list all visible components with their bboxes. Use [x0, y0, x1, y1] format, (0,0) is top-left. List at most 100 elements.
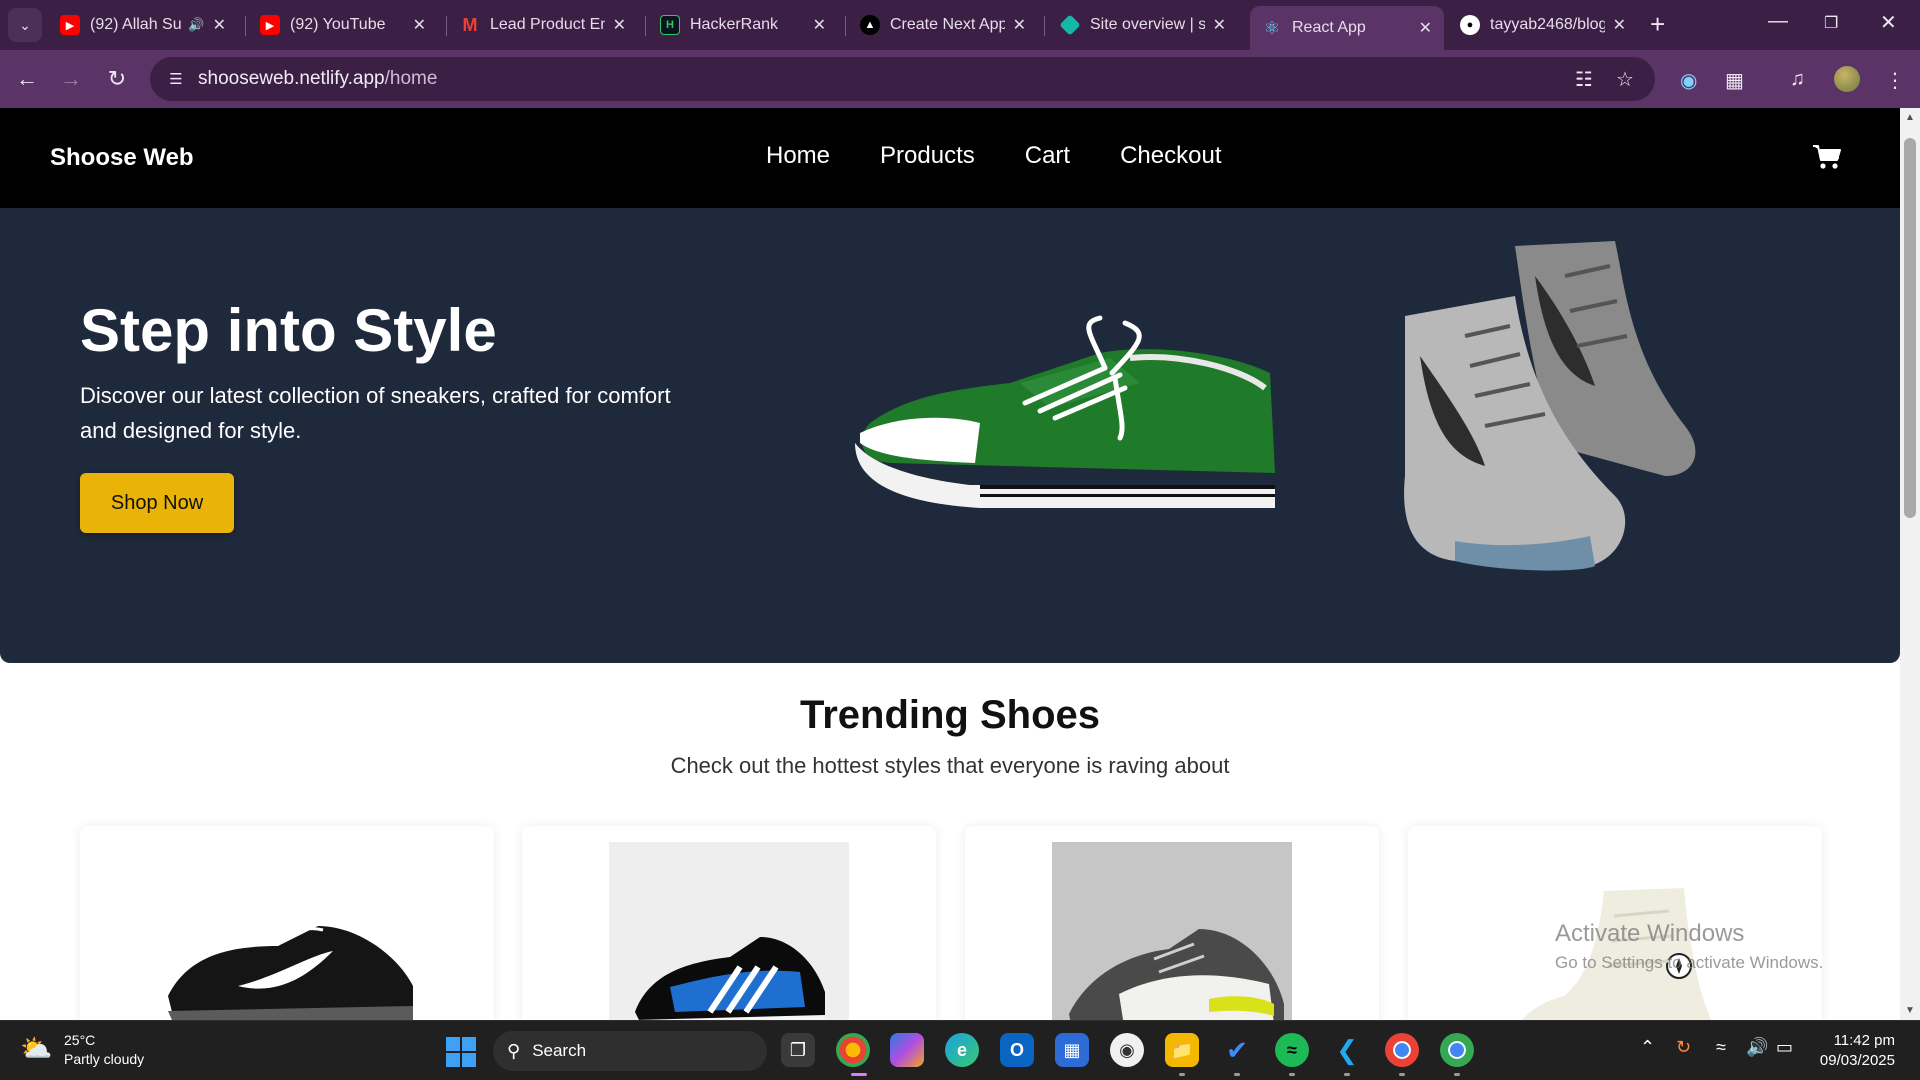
system-clock[interactable]: 11:42 pm 09/03/2025: [1805, 1031, 1895, 1071]
scrollbar-thumb[interactable]: [1904, 138, 1916, 518]
blue-sneaker-image: [635, 937, 825, 1020]
activate-windows-title: Activate Windows: [1555, 920, 1745, 947]
game-icon[interactable]: ◉: [1110, 1033, 1144, 1067]
github-icon: ●: [1460, 15, 1480, 35]
nav-link-cart[interactable]: Cart: [1025, 142, 1070, 170]
close-tab-icon[interactable]: ✕: [1013, 15, 1026, 35]
copilot-icon[interactable]: [890, 1033, 924, 1067]
site-info-icon[interactable]: ☰: [164, 67, 188, 91]
green-sneaker-image: [855, 315, 1275, 508]
search-icon: ⚲: [507, 1040, 521, 1061]
product-card[interactable]: [80, 826, 494, 1020]
vscode-icon[interactable]: ❮: [1330, 1033, 1364, 1067]
product-card[interactable]: [965, 826, 1379, 1020]
profile-avatar[interactable]: [1834, 66, 1860, 92]
grey-high-top-sneakers-image: [1404, 241, 1696, 571]
clock-time: 11:42 pm: [1833, 1032, 1895, 1049]
page-scrollbar[interactable]: ▲ ▼: [1900, 108, 1920, 1020]
scroll-up-icon[interactable]: ▲: [1905, 112, 1915, 123]
close-tab-icon[interactable]: ✕: [1419, 18, 1432, 38]
product-card[interactable]: [522, 826, 936, 1020]
hackerrank-icon: H: [660, 15, 680, 35]
task-view-icon[interactable]: ❐: [781, 1033, 815, 1067]
windows-start-icon[interactable]: [445, 1036, 477, 1068]
media-controls-icon[interactable]: ♫: [1790, 68, 1805, 91]
outlook-icon[interactable]: O: [1000, 1033, 1034, 1067]
close-tab-icon[interactable]: ✕: [413, 15, 426, 35]
weather-widget[interactable]: ⛅ 25°C Partly cloudy: [20, 1031, 144, 1069]
edge-icon[interactable]: e: [945, 1033, 979, 1067]
url-text: shooseweb.netlify.app/home: [198, 68, 438, 89]
browser-tab[interactable]: ▲ Create Next App ✕: [848, 6, 1038, 44]
hero-title: Step into Style: [80, 297, 497, 364]
close-tab-icon[interactable]: ✕: [813, 15, 826, 35]
file-explorer-icon[interactable]: 📁: [1165, 1033, 1199, 1067]
browser-menu-icon[interactable]: ⋮: [1885, 68, 1905, 93]
taskbar-search-label: Search: [532, 1041, 587, 1060]
new-tab-icon[interactable]: +: [1650, 10, 1665, 38]
nav-link-checkout[interactable]: Checkout: [1120, 142, 1221, 170]
shopping-cart-icon[interactable]: [1812, 142, 1842, 172]
browser-tab[interactable]: ▶ (92) YouTube ✕: [248, 6, 438, 44]
tab-search-icon[interactable]: ⌄: [8, 8, 42, 42]
bookmark-star-icon[interactable]: ☆: [1616, 67, 1634, 92]
open-app-indicator: [1454, 1073, 1460, 1076]
windows-taskbar: ⛅ 25°C Partly cloudy ⚲ Search ❐ e O ▦ ◉ …: [0, 1020, 1920, 1080]
extensions-puzzle-icon[interactable]: ▦: [1725, 68, 1744, 93]
browser-tab-strip: ⌄ ▶ (92) Allah Su 🔊 ✕ ▶ (92) YouTube ✕ M…: [0, 0, 1920, 50]
black-sneaker-image: [168, 926, 413, 1020]
tab-separator: [446, 16, 447, 36]
hero-subtitle: Discover our latest collection of sneake…: [80, 383, 671, 443]
open-app-indicator: [1179, 1073, 1185, 1076]
browser-tab[interactable]: ● tayyab2468/blog ✕: [1448, 6, 1638, 44]
close-tab-icon[interactable]: ✕: [1213, 15, 1226, 35]
shop-now-button[interactable]: Shop Now: [80, 473, 234, 533]
todo-check-icon[interactable]: ✔: [1220, 1033, 1254, 1067]
chrome-profile-icon[interactable]: [1385, 1033, 1419, 1067]
extension-shield-icon[interactable]: ◉: [1680, 68, 1697, 93]
close-tab-icon[interactable]: ✕: [1613, 15, 1626, 35]
grey-sneaker-image: [1069, 929, 1284, 1020]
speaker-icon[interactable]: 🔊: [188, 17, 204, 33]
open-app-indicator: [1344, 1073, 1350, 1076]
tab-separator: [845, 16, 846, 36]
sync-icon[interactable]: ↻: [1676, 1037, 1691, 1058]
back-icon[interactable]: ←: [12, 64, 42, 94]
weather-temperature: 25°C: [64, 1032, 96, 1048]
clock-date: 09/03/2025: [1819, 1052, 1895, 1069]
spotify-icon[interactable]: ≈: [1275, 1033, 1309, 1067]
wifi-icon[interactable]: ≈: [1716, 1037, 1726, 1058]
taskbar-search-box[interactable]: ⚲ Search: [493, 1031, 767, 1071]
reload-icon[interactable]: ↻: [102, 64, 132, 94]
nav-link-products[interactable]: Products: [880, 142, 975, 170]
chrome-profile-icon[interactable]: [1440, 1033, 1474, 1067]
scroll-down-icon[interactable]: ▼: [1905, 1005, 1915, 1016]
close-tab-icon[interactable]: ✕: [613, 15, 626, 35]
forward-icon[interactable]: →: [56, 64, 86, 94]
browser-tab-active[interactable]: ⚛ React App ✕: [1250, 6, 1444, 50]
partly-cloudy-icon: ⛅: [20, 1033, 53, 1063]
browser-tab[interactable]: ▶ (92) Allah Su 🔊 ✕: [48, 6, 238, 44]
microsoft-store-icon[interactable]: ▦: [1055, 1033, 1089, 1067]
hero-section: Step into Style Discover our latest coll…: [0, 208, 1900, 663]
show-hidden-icons-icon[interactable]: ⌃: [1640, 1037, 1655, 1058]
browser-tab[interactable]: Site overview | sl ✕: [1048, 6, 1238, 44]
minimize-icon[interactable]: —: [1768, 10, 1788, 33]
install-app-icon[interactable]: ☷: [1575, 67, 1593, 92]
site-navbar: Shoose Web Home Products Cart Checkout: [0, 108, 1900, 208]
restore-icon[interactable]: ❐: [1824, 13, 1838, 33]
browser-tab[interactable]: M Lead Product En ✕: [448, 6, 638, 44]
nav-link-home[interactable]: Home: [766, 142, 830, 170]
address-bar[interactable]: ☰ shooseweb.netlify.app/home ☷ ☆: [150, 57, 1655, 101]
volume-icon[interactable]: 🔊: [1746, 1037, 1768, 1058]
browser-tab[interactable]: H HackerRank ✕: [648, 6, 838, 44]
close-window-icon[interactable]: ✕: [1880, 10, 1897, 35]
close-tab-icon[interactable]: ✕: [213, 15, 226, 35]
react-icon: ⚛: [1263, 17, 1281, 38]
youtube-icon: ▶: [260, 15, 280, 35]
web-page: Shoose Web Home Products Cart Checkout S…: [0, 108, 1900, 1020]
battery-icon[interactable]: ▭: [1776, 1037, 1793, 1058]
chrome-icon[interactable]: [836, 1033, 870, 1067]
site-brand-logo[interactable]: Shoose Web: [50, 144, 194, 172]
vercel-icon: ▲: [860, 15, 880, 35]
